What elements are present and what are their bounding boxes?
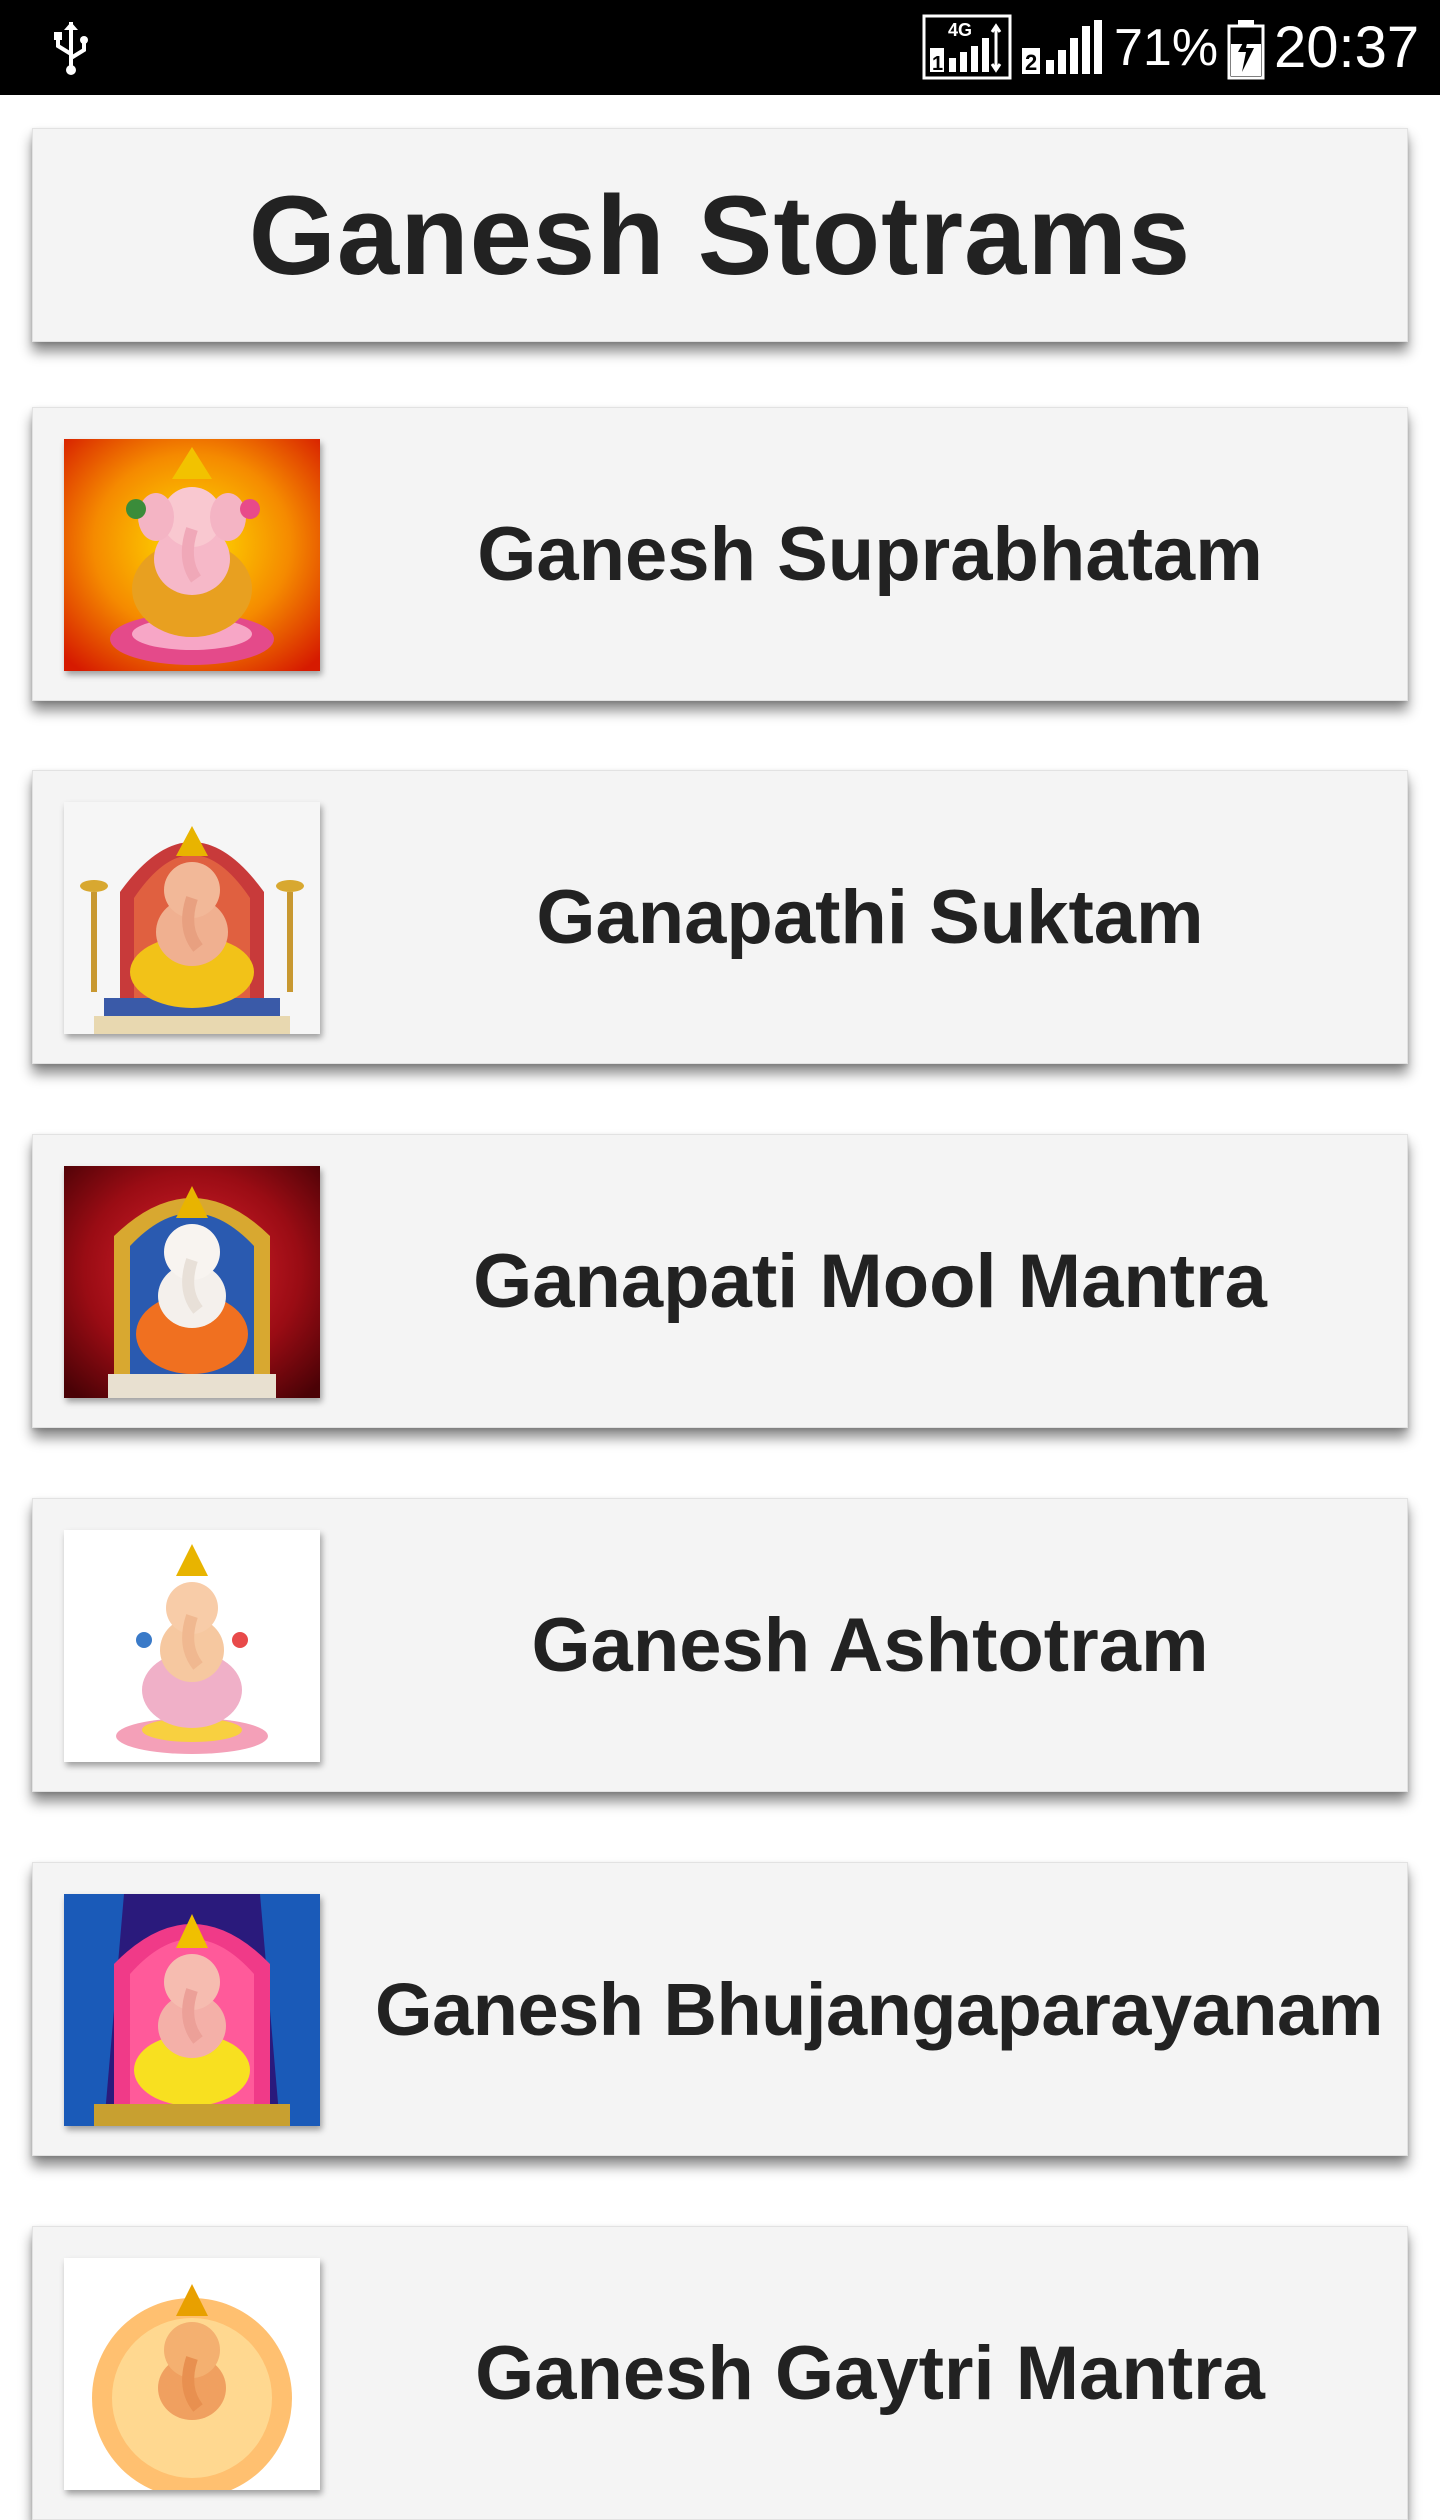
item-title: Ganesh Suprabhatam bbox=[477, 511, 1263, 597]
clock: 20:37 bbox=[1274, 15, 1420, 80]
ganesha-image bbox=[64, 1530, 320, 1762]
item-title: Ganesh Gaytri Mantra bbox=[475, 2330, 1265, 2416]
page-title: Ganesh Stotrams bbox=[248, 172, 1192, 298]
ganesha-image bbox=[64, 439, 320, 671]
battery-percentage: 71% bbox=[1114, 19, 1219, 77]
list-item-ganesh-suprabhatam[interactable]: Ganesh Suprabhatam bbox=[32, 407, 1408, 701]
list-item-ganesh-gaytri-mantra[interactable]: Ganesh Gaytri Mantra bbox=[32, 2226, 1408, 2520]
ganesha-image bbox=[64, 802, 320, 1034]
usb-icon bbox=[54, 22, 88, 75]
status-bar: 4G 1 2 71% 20:37 bbox=[0, 0, 1440, 95]
sim2-slot-label: 2 bbox=[1025, 50, 1037, 75]
item-title: Ganapathi Suktam bbox=[536, 874, 1204, 960]
item-title: Ganapati Mool Mantra bbox=[473, 1238, 1267, 1324]
ganesha-image bbox=[64, 2258, 320, 2490]
ganesha-image bbox=[64, 1894, 320, 2126]
signal-4g-icon: 4G 1 bbox=[922, 14, 1012, 80]
signal-sim2-icon: 2 bbox=[1020, 18, 1104, 76]
network-type-label: 4G bbox=[948, 20, 972, 40]
header-card: Ganesh Stotrams bbox=[32, 128, 1408, 342]
list-item-ganapati-mool-mantra[interactable]: Ganapati Mool Mantra bbox=[32, 1134, 1408, 1428]
sim1-slot-label: 1 bbox=[932, 53, 943, 75]
list-item-ganapathi-suktam[interactable]: Ganapathi Suktam bbox=[32, 770, 1408, 1064]
list-item-ganesh-bhujangaparayanam[interactable]: Ganesh Bhujangaparayanam bbox=[32, 1862, 1408, 2156]
battery-charging-icon bbox=[1227, 20, 1265, 80]
ganesha-image bbox=[64, 1166, 320, 1398]
item-title: Ganesh Ashtotram bbox=[531, 1602, 1209, 1688]
list-item-ganesh-ashtotram[interactable]: Ganesh Ashtotram bbox=[32, 1498, 1408, 1792]
item-title: Ganesh Bhujangaparayanam bbox=[375, 1967, 1383, 2051]
